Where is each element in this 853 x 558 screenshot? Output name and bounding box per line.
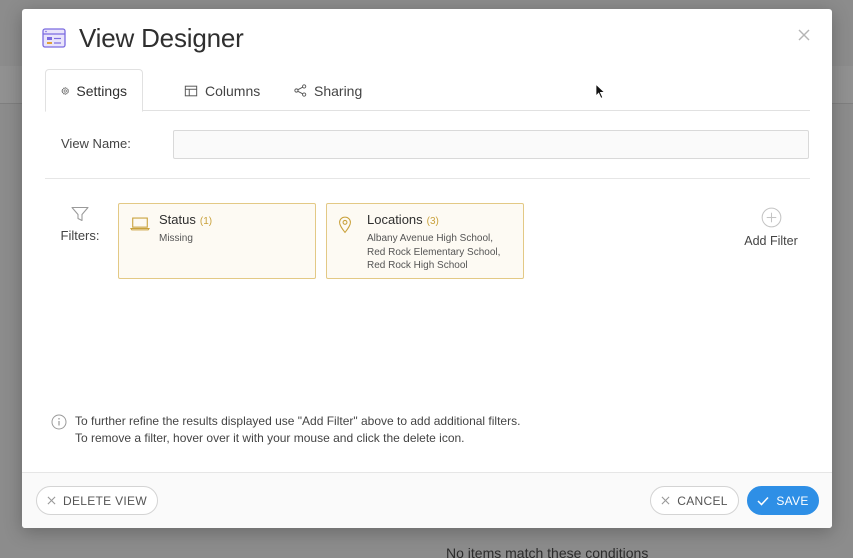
tab-sharing[interactable]: Sharing (279, 69, 377, 112)
cancel-button[interactable]: CANCEL (650, 486, 739, 515)
filter-title: Status (1) (159, 212, 212, 227)
filter-card-status[interactable]: Status (1) Missing (118, 203, 316, 279)
laptop-icon (130, 217, 150, 231)
filter-count: (3) (426, 216, 439, 227)
empty-results-message: No items match these conditions (446, 545, 649, 558)
info-icon (51, 414, 67, 430)
checkmark-icon (757, 496, 769, 506)
view-name-row: View Name: (45, 111, 810, 179)
filters-label-group: Filters: (60, 206, 100, 245)
tab-settings[interactable]: Settings (45, 69, 143, 112)
tab-settings-label: Settings (76, 82, 127, 99)
dialog-title: View Designer (79, 23, 244, 53)
filters-label: Filters: (60, 228, 100, 243)
add-filter-button[interactable]: Add Filter (740, 207, 802, 250)
delete-view-button[interactable]: DELETE VIEW (36, 486, 158, 515)
filter-title-text: Locations (367, 212, 423, 227)
delete-view-label: DELETE VIEW (63, 493, 147, 508)
filter-description: Albany Avenue High School, Red Rock Elem… (367, 233, 501, 271)
filter-title: Locations (3) (367, 212, 439, 227)
dialog-header: View Designer (22, 9, 832, 69)
close-icon (661, 496, 670, 505)
close-icon[interactable] (796, 27, 812, 43)
tab-columns-label: Columns (205, 82, 261, 99)
view-name-input[interactable] (173, 130, 809, 159)
plus-circle-icon (761, 207, 781, 228)
tab-sharing-label: Sharing (314, 82, 363, 99)
view-designer-dialog: View Designer Settings Columns Sharing V… (22, 9, 832, 528)
dialog-footer: DELETE VIEW CANCEL SAVE (22, 472, 832, 528)
view-designer-icon (42, 28, 66, 48)
filter-count: (1) (199, 216, 213, 227)
info-line-1: To further refine the results displayed … (75, 414, 521, 428)
filter-description: Missing (159, 233, 193, 244)
map-pin-icon (339, 216, 351, 234)
add-filter-label: Add Filter (744, 234, 798, 248)
info-text: To further refine the results displayed … (75, 413, 575, 447)
funnel-icon (71, 206, 89, 222)
gear-icon (61, 86, 70, 95)
save-button[interactable]: SAVE (747, 486, 819, 515)
info-line-2: To remove a filter, hover over it with y… (75, 431, 465, 445)
mouse-cursor-icon (595, 83, 606, 99)
view-name-label: View Name: (61, 136, 131, 151)
tab-columns[interactable]: Columns (169, 69, 275, 112)
cancel-label: CANCEL (677, 493, 728, 508)
save-label: SAVE (776, 493, 809, 508)
tab-bar: Settings Columns Sharing (45, 69, 810, 112)
filter-title-text: Status (159, 212, 196, 227)
table-columns-icon (184, 85, 198, 96)
filter-card-locations[interactable]: Locations (3) Albany Avenue High School, … (326, 203, 524, 279)
share-icon (294, 84, 307, 97)
close-icon (47, 496, 56, 505)
